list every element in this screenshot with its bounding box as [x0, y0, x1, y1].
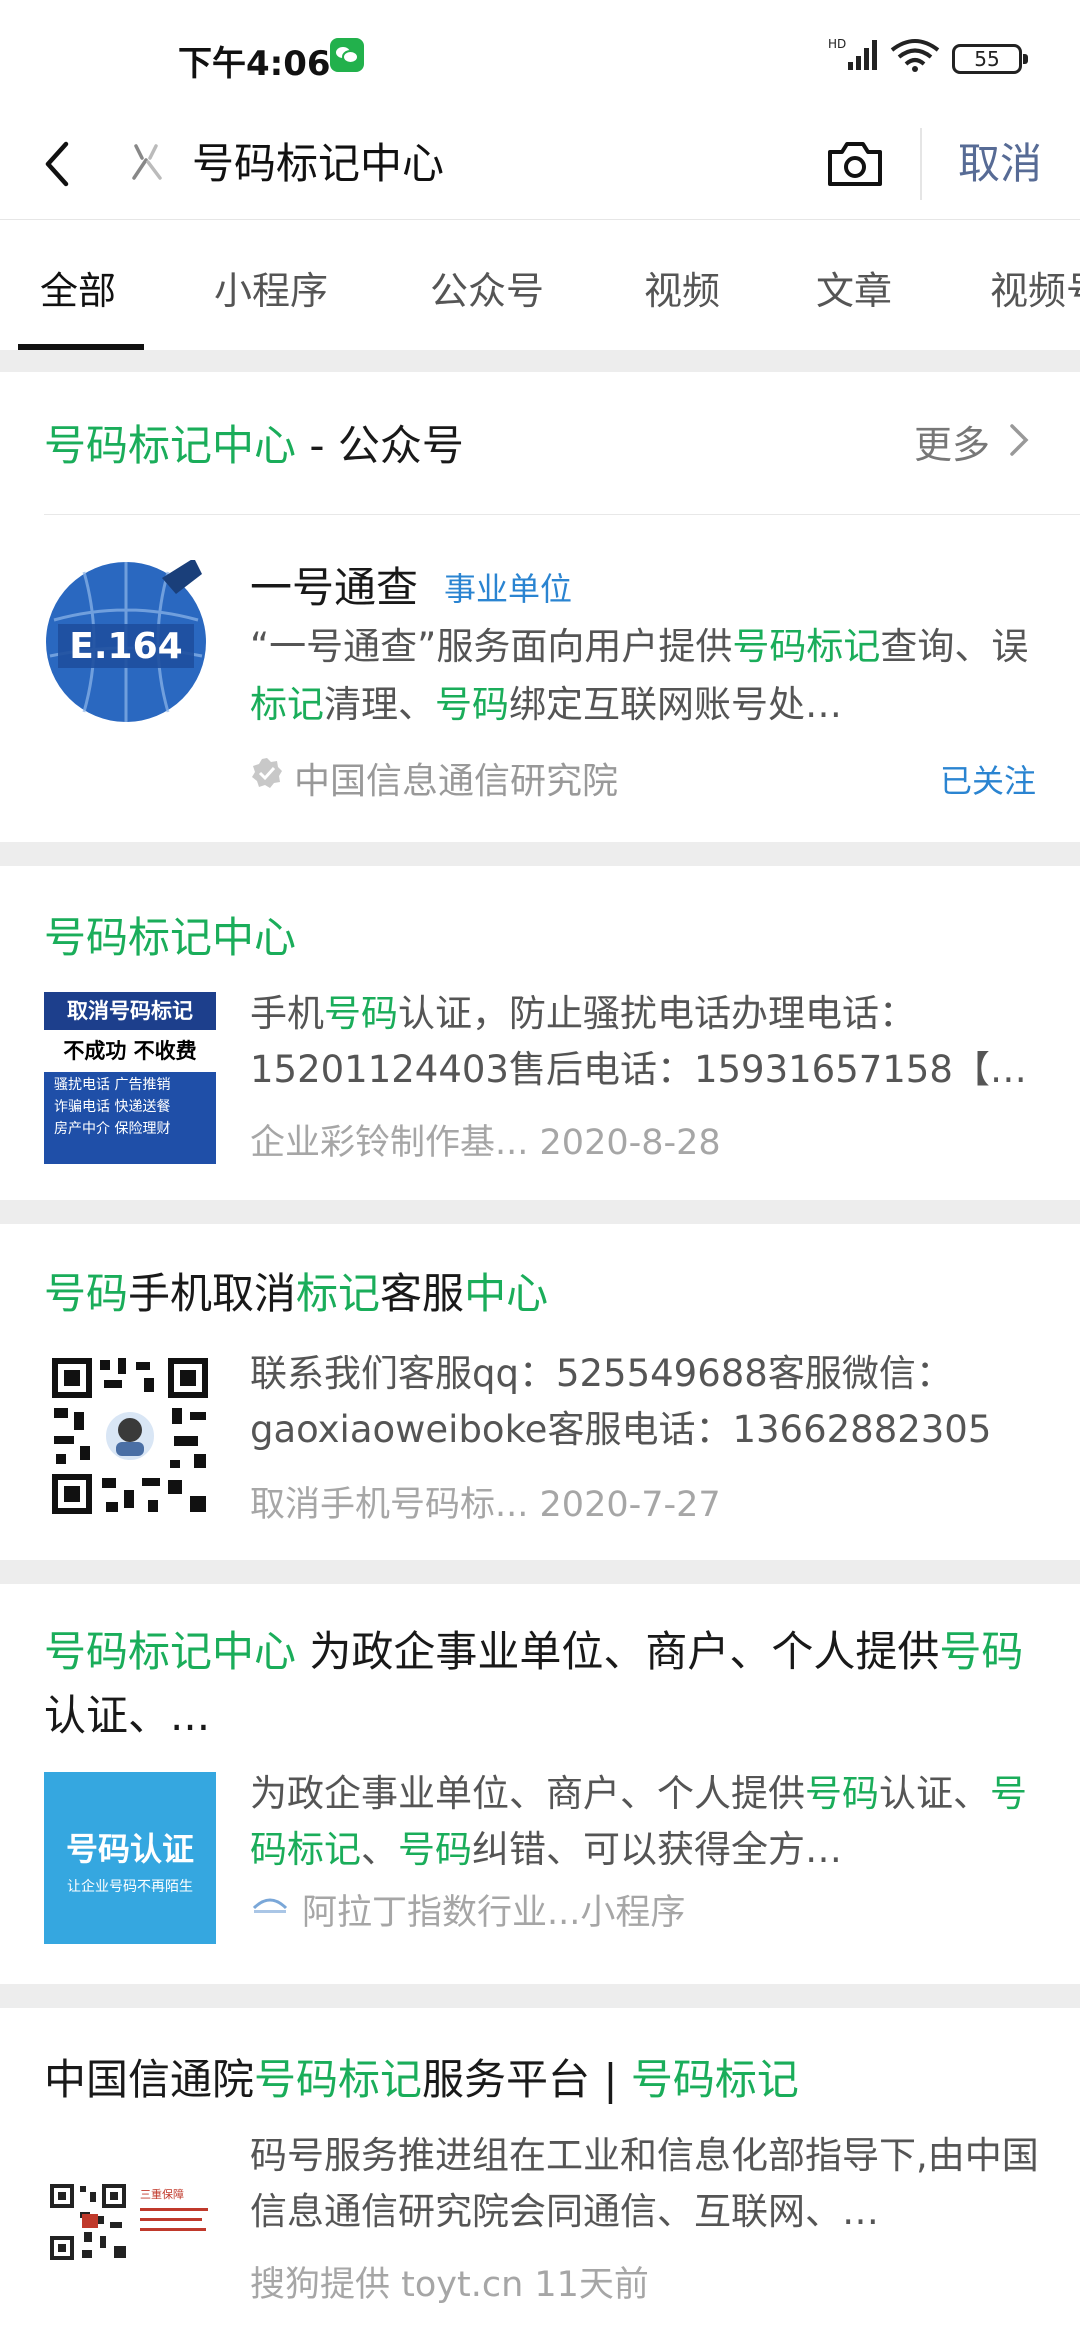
tab-all[interactable]: 全部 [40, 260, 116, 315]
article-thumbnail: 取消号码标记 不成功 不收费 骚扰电话 广告推销 诈骗电话 快递送餐 房产中介 保险… [44, 992, 216, 1164]
svg-text:E.164: E.164 [69, 626, 182, 667]
tab-article[interactable]: 文章 [816, 260, 892, 315]
article-meta: 取消手机号码标... 2020-7-27 [250, 1485, 721, 1525]
section-title: 号码标记中心 - 公众号 [44, 421, 464, 470]
status-bar: 下午4:06 HD 55 [0, 0, 1080, 110]
svg-text:三重保障: 三重保障 [140, 2187, 184, 2201]
divider [44, 514, 1080, 515]
account-avatar[interactable]: E.164 [44, 560, 208, 724]
web-result-card[interactable]: 中国信通院号码标记服务平台 | 号码标记 三重保障 码号服务推进组在工业和信息化… [0, 2008, 1080, 2340]
tab-mini-program[interactable]: 小程序 [214, 260, 328, 315]
svg-text:HD: HD [828, 37, 846, 51]
article-summary: 为政企事业单位、商户、个人提供号码认证、号码标记、号码纠错、可以获得全方… [250, 1772, 1027, 1871]
account-type-badge: 事业单位 [444, 570, 573, 608]
header-divider [920, 128, 922, 200]
search-icon [132, 144, 162, 180]
wechat-notification-icon [330, 38, 364, 72]
article-card[interactable]: 号码标记中心 取消号码标记 不成功 不收费 骚扰电话 广告推销 诈骗电话 快递送餐… [0, 866, 1080, 1200]
camera-icon[interactable] [824, 132, 886, 194]
article-title[interactable]: 号码标记中心 为政企事业单位、商户、个人提供号码认证、... [44, 1620, 1044, 1748]
article-title[interactable]: 号码手机取消标记客服中心 [44, 1262, 548, 1326]
article-summary: 手机号码认证，防止骚扰电话办理电话：15201124403售后电话：159316… [250, 992, 1027, 1091]
cancel-button[interactable]: 取消 [958, 132, 1042, 196]
article-card[interactable]: 号码手机取消标记客服中心 联系我们客服qq：525549688客服微信：gaox… [0, 1224, 1080, 1560]
active-tab-indicator [18, 344, 144, 350]
verified-badge-icon [252, 758, 282, 788]
mini-program-logo-icon [252, 1898, 288, 1913]
article-meta: 企业彩铃制作基... 2020-8-28 [250, 1123, 721, 1163]
followed-status[interactable]: 已关注 [940, 756, 1036, 802]
search-header: 号码标记中心 取消 [0, 110, 1080, 220]
article-title[interactable]: 中国信通院号码标记服务平台 | 号码标记 [44, 2048, 799, 2112]
account-organization: 中国信息通信研究院 [294, 761, 619, 802]
battery-indicator: 55 [952, 44, 1028, 74]
account-name[interactable]: 一号通查 [250, 554, 418, 615]
status-time: 下午4:06 [178, 44, 331, 84]
chevron-right-icon[interactable] [1006, 420, 1032, 460]
tab-official-account[interactable]: 公众号 [430, 260, 544, 315]
more-link[interactable]: 更多 [914, 414, 990, 469]
web-result-thumbnail: 三重保障 [44, 2136, 216, 2308]
article-summary: 联系我们客服qq：525549688客服微信：gaoxiaoweiboke客服电… [250, 1352, 992, 1451]
back-arrow-icon[interactable] [36, 132, 80, 196]
filter-tabs: 全部 小程序 公众号 视频 文章 视频号 [0, 220, 1080, 350]
article-title[interactable]: 号码标记中心 [44, 906, 296, 970]
tab-channels[interactable]: 视频号 [990, 260, 1080, 315]
wifi-icon [890, 39, 940, 72]
search-input[interactable]: 号码标记中心 [192, 132, 444, 196]
qr-code-thumbnail [44, 1350, 216, 1522]
mini-program-card[interactable]: 号码标记中心 为政企事业单位、商户、个人提供号码认证、... 号码认证 让企业号… [0, 1584, 1080, 1984]
article-summary: 码号服务推进组在工业和信息化部指导下,由中国信息通信研究院会同通信、互联网、… [250, 2134, 1039, 2233]
mini-program-thumbnail: 号码认证 让企业号码不再陌生 [44, 1772, 216, 1944]
article-meta: 搜狗提供 toyt.cn 11天前 [250, 2265, 649, 2305]
official-account-card: 号码标记中心 - 公众号 更多 E.164 一号通查 事业单位 “一号通查”服务… [0, 372, 1080, 842]
account-description: “一号通查”服务面向用户提供号码标记查询、误标记清理、号码绑定互联网账号处… [250, 625, 1029, 726]
tab-video[interactable]: 视频 [644, 260, 720, 315]
signal-icon: HD [828, 37, 877, 70]
mini-program-source: 阿拉丁指数行业...小程序 [302, 1893, 686, 1933]
